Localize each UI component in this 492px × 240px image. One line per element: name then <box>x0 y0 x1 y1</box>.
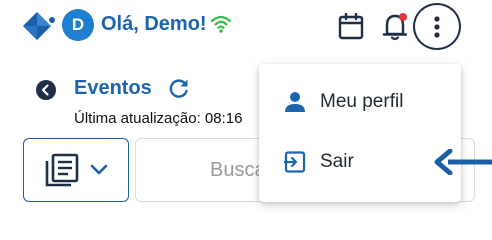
avatar[interactable]: D <box>62 9 94 41</box>
logout-icon <box>284 151 306 173</box>
greeting-text: Olá, Demo! <box>101 13 207 35</box>
options-menu: Meu perfil Sair <box>259 64 461 202</box>
page-title: Eventos <box>74 77 152 99</box>
person-icon <box>285 92 305 112</box>
refresh-icon[interactable] <box>168 78 190 100</box>
back-icon[interactable] <box>36 80 56 100</box>
more-options-button[interactable] <box>413 3 461 50</box>
list-view-icon <box>45 153 79 187</box>
menu-item-label: Sair <box>320 151 354 172</box>
wifi-icon <box>210 15 232 33</box>
menu-item-profile[interactable]: Meu perfil <box>259 76 461 128</box>
bell-icon[interactable] <box>382 11 410 41</box>
view-mode-button[interactable] <box>23 138 129 202</box>
calendar-icon[interactable] <box>338 13 364 40</box>
menu-item-label: Meu perfil <box>320 91 404 112</box>
annotation-arrow-icon <box>434 149 492 175</box>
chevron-down-icon <box>90 164 108 175</box>
more-vertical-icon <box>434 15 440 38</box>
app-logo-icon <box>23 12 55 40</box>
last-update-text: Última atualização: 08:16 <box>74 110 243 127</box>
menu-item-logout[interactable]: Sair <box>259 136 461 188</box>
app-screen: D Olá, Demo! Eventos Última atualização:… <box>0 0 492 224</box>
